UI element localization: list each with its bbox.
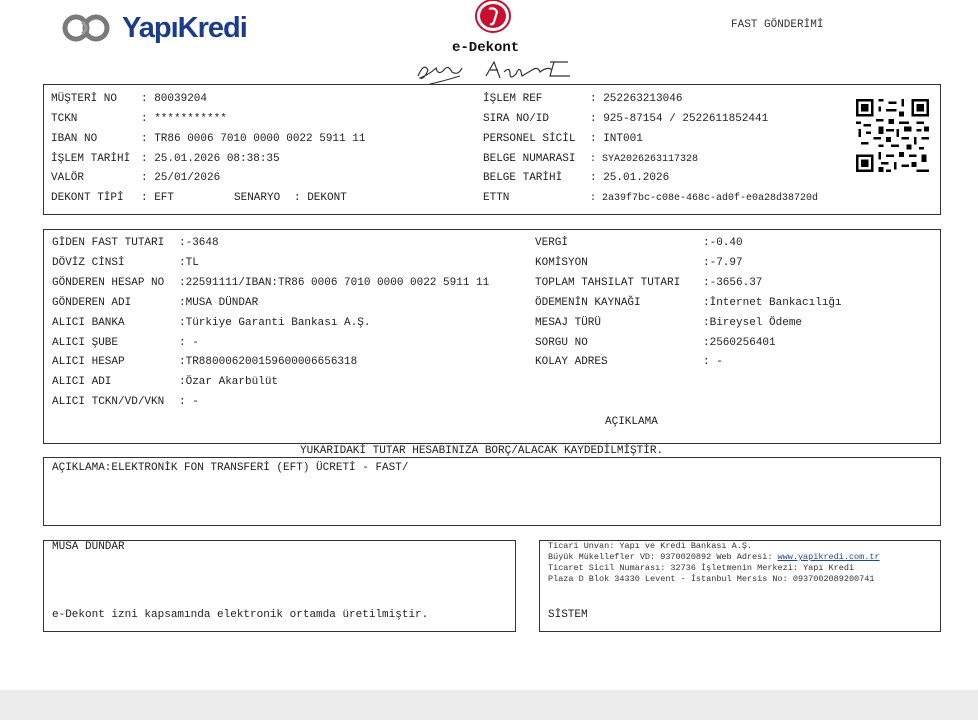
aciklama-title: AÇIKLAMA [605,416,658,428]
transfer-right-label: KOMİSYON [535,256,588,269]
senaryo-label: SENARYO [234,192,281,204]
transfer-left-label: ALICI ŞUBE [52,336,119,349]
transfer-left-value: : - [179,396,199,409]
transfer-left-value: :Türkiye Garanti Bankası A.Ş. [179,316,371,329]
qr-code-icon [856,99,929,172]
tckn-label: TCKN [51,113,78,125]
transfer-right-value: :2560256401 [703,336,776,349]
transfer-left-value: :TL [179,256,199,269]
transfer-left-value: :TR880006200159600006656318 [179,356,358,369]
transfer-right-value: :İnternet Bankacılığı [703,296,842,309]
ettn-label: ETTN [483,192,510,204]
islem-tarihi-label: İŞLEM TARİHİ [51,153,131,165]
electronic-note: e-Dekont izni kapsamında elektronik orta… [52,609,429,621]
transfer-right-label: SORGU NO [535,336,588,349]
ettn-value: : 2a39f7bc-c08e-468c-ad0f-e0a28d38720d [590,193,819,204]
transfer-right-label: MESAJ TÜRÜ [535,316,602,329]
senaryo-value: : DEKONT [294,192,347,204]
musteri-no-value: : 80039204 [141,93,208,105]
dekont-tipi-value: : EFT [141,192,175,204]
transfer-right-label: VERGİ [535,237,569,249]
transfer-left-label: GÖNDEREN HESAP NO [52,276,165,289]
transfer-left-label: ALICI TCKN/VD/VKN [52,396,165,409]
valor-value: : 25/01/2026 [141,172,221,184]
sira-no-value: : 925-87154 / 2522611852441 [590,113,769,125]
belge-tarihi-value: : 25.01.2026 [590,172,670,184]
transfer-details-box [43,229,941,444]
document-type: FAST GÖNDERİMİ [731,19,824,31]
description-text: AÇIKLAMA:ELEKTRONİK FON TRANSFERİ (EFT) … [52,462,409,474]
islem-tarihi-value: : 25.01.2026 08:38:35 [141,153,280,165]
customer-name: MUSA DÜNDAR [52,541,125,553]
yapikredi-logo-icon [62,14,110,42]
bank-address-info: Plaza D Blok 34330 Levent - İstanbul Mer… [548,574,875,584]
bank-trade-name: Ticari Unvan: Yapı ve Kredi Bankası A.Ş. [548,541,753,551]
transfer-right-value: :Bireysel Ödeme [703,316,803,329]
belge-tarihi-label: BELGE TARİHİ [483,172,563,184]
brand-name: YapıKredi [122,11,248,44]
bank-tax-info: Büyük Mükellefler VD: 9370020892 Web Adr… [548,552,880,562]
tckn-value: : *********** [141,113,227,125]
personel-label: PERSONEL SİCİL [483,133,576,145]
notice-text: YUKARIDAKİ TUTAR HESABINIZA BORÇ/ALACAK … [300,445,664,457]
transfer-right-value: :-0.40 [703,237,743,249]
transfer-right-label: TOPLAM TAHSILAT TUTARI [535,276,681,289]
belge-no-label: BELGE NUMARASI [483,153,576,165]
transfer-left-value: :-3648 [179,237,219,249]
transfer-left-value: :Özar Akarbülüt [179,376,279,389]
transfer-left-label: ALICI ADI [52,376,112,389]
transfer-right-value: : - [703,356,723,369]
transfer-left-label: ALICI BANKA [52,316,125,329]
brand-logo: YapıKredi [62,10,248,46]
iban-label: IBAN NO [51,133,98,145]
transfer-left-label: GİDEN FAST TUTARI [52,237,165,249]
page-footer-bar [0,690,978,720]
transfer-left-label: ALICI HESAP [52,356,125,369]
transfer-left-value: :22591111/IBAN:TR86 0006 7010 0000 0022 … [179,276,490,289]
transfer-right-value: :-7.97 [703,256,743,269]
belge-no-value: : SYA2026263117328 [590,154,699,165]
islem-ref-value: : 252263213046 [590,93,683,105]
transfer-right-label: KOLAY ADRES [535,356,608,369]
transfer-right-value: :-3656.37 [703,276,763,289]
system-label: SİSTEM [548,609,588,621]
transfer-left-value: : - [179,336,199,349]
transfer-right-label: ÖDEMENİN KAYNAĞI [535,296,641,309]
dekont-tipi-label: DEKONT TİPİ [51,192,124,204]
transfer-left-value: :MUSA DÜNDAR [179,296,259,309]
bank-emblem-icon [475,0,511,33]
valor-label: VALÖR [51,172,85,184]
musteri-no-label: MÜŞTERİ NO [51,93,118,105]
bank-website-link[interactable]: www.yapikredi.com.tr [778,552,880,562]
islem-ref-label: İŞLEM REF [483,93,543,105]
sira-no-label: SIRA NO/ID [483,113,550,125]
bank-registry-info: Ticaret Sicil Numarası: 32736 İşletmenin… [548,563,855,573]
personel-value: : INT001 [590,133,643,145]
transfer-left-label: GÖNDEREN ADI [52,296,132,309]
transfer-left-label: DÖVİZ CİNSİ [52,256,125,269]
iban-value: : TR86 0006 7010 0000 0022 5911 11 [141,133,366,145]
